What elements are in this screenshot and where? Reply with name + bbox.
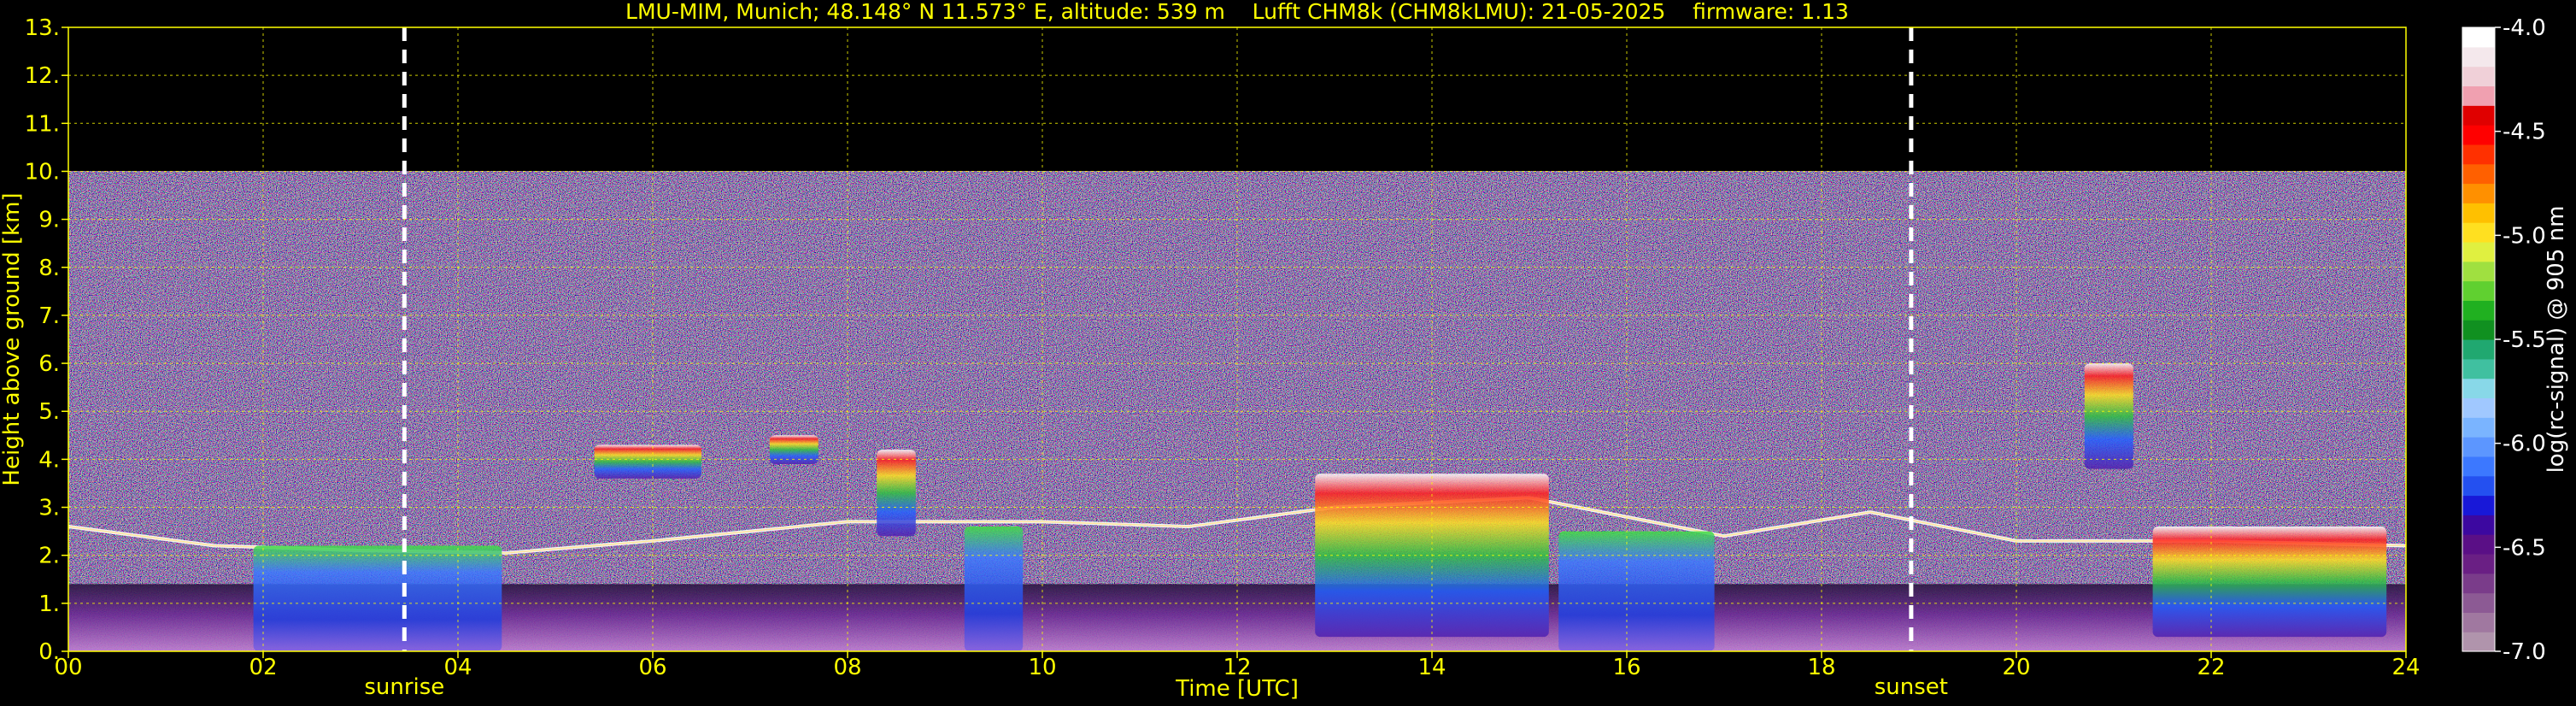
colorbar-swatch [2462,66,2495,87]
x-tick-label: 04 [443,655,472,680]
colorbar-swatch [2462,300,2495,321]
colorbar-swatch [2462,534,2495,555]
colorbar-swatch [2462,163,2495,185]
y-tick-label: 12. [25,63,60,89]
colorbar-swatch [2462,280,2495,301]
colorbar-tick-label: -4.5 [2503,120,2546,145]
x-tick-label: 22 [2197,655,2225,680]
cloud-feature-1 [253,545,502,651]
y-tick-label: 11. [25,111,60,137]
y-tick-label: 2. [38,544,60,569]
x-tick-label: 06 [638,655,666,680]
colorbar-swatch [2462,378,2495,399]
colorbar-swatch [2462,612,2495,632]
x-tick-label: 14 [1417,655,1446,680]
colorbar-swatch [2462,241,2495,262]
cloud-feature-7 [1558,531,1715,651]
colorbar-swatch [2462,475,2495,497]
y-tick-label: 1. [38,591,60,617]
colorbar-tick-label: -6.5 [2503,535,2546,561]
colorbar-swatch [2462,495,2495,515]
colorbar-swatch [2462,456,2495,477]
colorbar-swatch [2462,592,2495,613]
y-tick-label: 0. [38,639,60,665]
colorbar-swatch [2462,46,2495,68]
x-tick-label: 10 [1028,655,1056,680]
colorbar-swatch [2462,105,2495,126]
colorbar-swatch [2462,417,2495,438]
colorbar-swatch [2462,397,2495,418]
y-tick-label: 6. [38,351,60,377]
x-tick-label: 24 [2391,655,2420,680]
y-tick-label: 9. [38,208,60,233]
y-tick-label: 10. [25,159,60,185]
y-tick-label: 7. [38,303,60,329]
colorbar-swatch [2462,261,2495,282]
x-tick-label: 16 [1612,655,1640,680]
x-tick-label: 18 [1807,655,1835,680]
y-tick-label: 5. [38,399,60,425]
sunset-label: sunset [1875,674,1948,700]
y-tick-label: 13. [25,15,60,41]
cloud-feature-3 [769,435,819,464]
cloud-feature-4 [877,450,916,537]
x-tick-label: 08 [833,655,861,680]
colorbar-tick-label: -6.0 [2503,432,2546,457]
colorbar-swatch [2462,320,2495,340]
colorbar-swatch [2462,144,2495,165]
y-tick-label: 3. [38,496,60,521]
colorbar-tick-label: -5.0 [2503,223,2546,249]
ceilometer-chart: sunrise sunset 00 02 04 06 08 10 12 14 16 18 20 22 24… [0,0,2569,702]
colorbar-swatch [2462,437,2495,457]
colorbar-swatch [2462,125,2495,145]
cloud-feature-2 [594,444,701,479]
y-tick-label: 4. [38,447,60,473]
colorbar: -7.0 -6.5 -6.0 -5.5 -5.0 -4.5 -4.0 [2462,15,2546,665]
colorbar-swatch [2462,27,2495,48]
x-axis-label: Time [UTC] [1175,676,1299,702]
colorbar-swatch [2462,553,2495,574]
cloud-feature-9 [2152,527,2387,638]
colorbar-tick-label: -7.0 [2503,639,2546,665]
colorbar-swatch [2462,183,2495,203]
colorbar-swatch [2462,573,2495,594]
colorbar-swatch [2462,632,2495,652]
colorbar-tick-label: -5.5 [2503,327,2546,353]
y-tick-label: 8. [38,256,60,281]
y-axis-label: Height above ground [km] [0,192,25,485]
x-tick-label: 20 [2002,655,2030,680]
cloud-feature-8 [2084,363,2133,469]
colorbar-label: log(rc-signal) @ 905 nm [2544,206,2569,474]
colorbar-swatch [2462,339,2495,360]
chart-title: LMU-MIM, Munich; 48.148° N 11.573° E, al… [625,0,1849,24]
colorbar-swatch [2462,203,2495,223]
colorbar-swatch [2462,515,2495,535]
sunrise-label: sunrise [364,674,444,700]
colorbar-swatch [2462,85,2495,106]
colorbar-swatch [2462,358,2495,379]
cloud-feature-5 [964,527,1024,651]
colorbar-swatch [2462,222,2495,243]
x-tick-label: 02 [249,655,277,680]
colorbar-tick-label: -4.0 [2503,15,2546,41]
